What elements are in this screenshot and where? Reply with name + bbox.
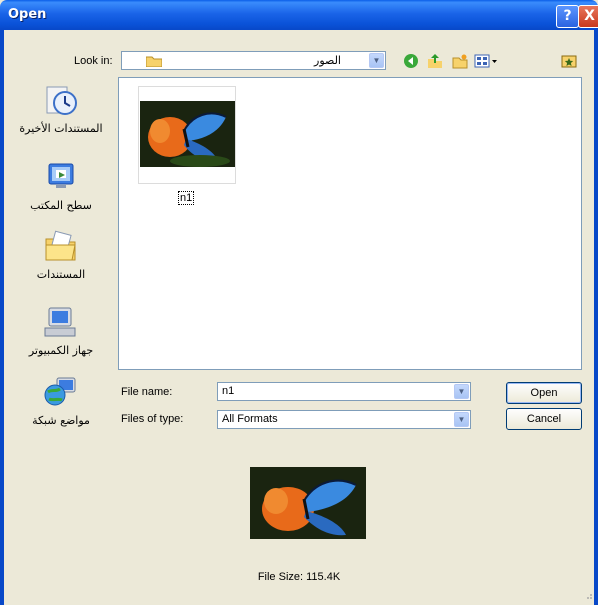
look-in-label: Look in:	[74, 55, 113, 67]
place-desktop[interactable]: سطح المكتب	[9, 160, 113, 212]
place-recent-documents[interactable]: المستندات الأخيرة	[9, 83, 113, 135]
look-in-select[interactable]: الصور ▼	[121, 51, 386, 70]
file-item-label[interactable]: n1	[178, 191, 195, 205]
place-my-computer[interactable]: جهاز الكمبيوتر	[9, 305, 113, 357]
cancel-button[interactable]: Cancel	[506, 408, 582, 430]
documents-icon	[45, 230, 76, 261]
file-item[interactable]	[138, 86, 236, 184]
chevron-down-icon[interactable]: ▼	[369, 53, 384, 68]
place-label: المستندات	[36, 268, 86, 281]
chevron-down-icon[interactable]: ▼	[454, 384, 469, 399]
file-type-label: Files of type:	[121, 413, 184, 425]
views-menu-icon[interactable]	[474, 53, 500, 69]
window-frame-left	[0, 30, 4, 605]
file-name-value: n1	[222, 385, 235, 397]
help-button[interactable]: ?	[556, 5, 579, 28]
file-name-field[interactable]: n1 ▼	[217, 382, 471, 401]
look-in-value: الصور	[314, 54, 341, 67]
image-preview	[250, 467, 366, 539]
recent-documents-icon	[46, 86, 77, 115]
back-icon[interactable]	[402, 53, 420, 69]
places-bar: المستندات الأخيرة سطح المكتب المستندات ج…	[9, 77, 113, 432]
butterfly-thumbnail	[140, 101, 235, 167]
close-button[interactable]: X	[578, 5, 598, 28]
open-button[interactable]: Open	[506, 382, 582, 404]
title-bar[interactable]: Open ? X	[0, 0, 598, 30]
place-label: المستندات الأخيرة	[19, 122, 103, 135]
desktop-shortcut-icon[interactable]	[560, 53, 578, 69]
network-places-icon	[44, 377, 76, 406]
desktop-icon	[48, 163, 74, 188]
place-documents[interactable]: المستندات	[9, 229, 113, 281]
place-label: سطح المكتب	[30, 199, 92, 212]
window-frame-right	[594, 30, 598, 605]
open-dialog: Open ? X Look in: الصور ▼ المستندات الأخ…	[0, 0, 598, 605]
my-computer-icon	[44, 307, 76, 337]
folder-icon	[146, 56, 162, 67]
chevron-down-icon[interactable]: ▼	[454, 412, 469, 427]
file-size-text: File Size: 115.4K	[257, 571, 341, 583]
window-title: Open	[8, 7, 47, 22]
new-folder-icon[interactable]	[451, 53, 469, 69]
place-label: جهاز الكمبيوتر	[28, 344, 94, 357]
file-name-label: File name:	[121, 386, 173, 398]
resize-grip-icon[interactable]	[583, 590, 593, 600]
file-list[interactable]: n1	[118, 77, 582, 370]
up-folder-icon[interactable]	[426, 53, 444, 69]
file-type-value: All Formats	[222, 413, 278, 425]
file-type-select[interactable]: All Formats ▼	[217, 410, 471, 429]
place-network[interactable]: مواضع شبكة	[9, 375, 113, 427]
place-label: مواضع شبكة	[32, 414, 90, 427]
